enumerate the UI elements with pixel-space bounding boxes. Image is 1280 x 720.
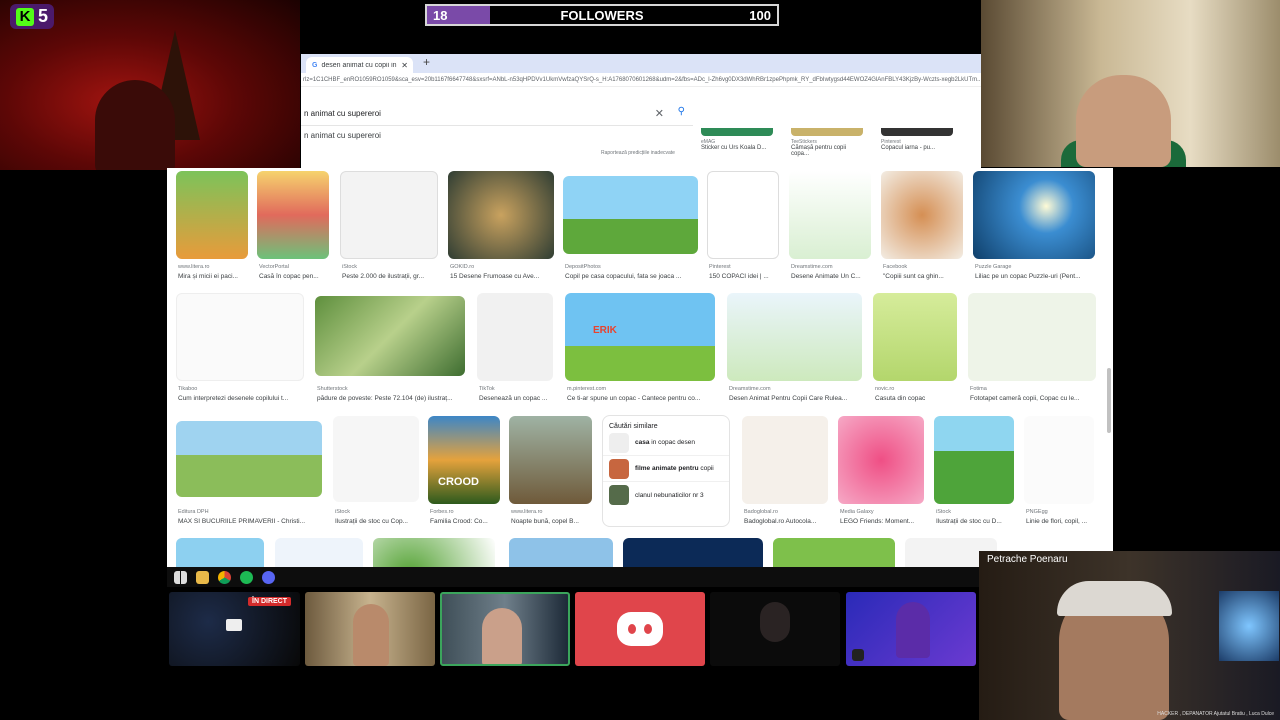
search-icon[interactable]: ⚲ [678, 106, 685, 117]
participant-tile[interactable] [710, 592, 840, 666]
search-text: n animat cu supereroi [304, 109, 381, 118]
image-result[interactable] [176, 293, 304, 381]
file-explorer-icon[interactable] [196, 570, 209, 584]
followers-goal-bar: 18 FOLLOWERS 100 [425, 4, 779, 26]
image-result[interactable] [176, 421, 322, 497]
similar-search-item[interactable]: filme animate pentru copii [603, 456, 729, 482]
image-result[interactable] [176, 171, 248, 259]
image-result[interactable] [176, 538, 264, 568]
image-result[interactable] [477, 293, 553, 381]
kick-logo-icon: K [16, 7, 34, 26]
image-result[interactable] [873, 293, 957, 381]
clear-search-icon[interactable]: ✕ [655, 107, 664, 120]
guest-webcam [981, 0, 1280, 167]
discord-logo-icon [617, 612, 663, 646]
top-result[interactable]: eMAG Sticker cu Urs Koala D... [701, 128, 773, 157]
chrome-icon[interactable] [218, 570, 231, 584]
participant-tile[interactable] [846, 592, 976, 666]
new-tab-button[interactable]: + [423, 55, 430, 69]
speaker-cap [1057, 581, 1172, 616]
similar-searches-title: Căutări similare [609, 423, 658, 430]
live-badge: ÎN DIRECT [248, 597, 291, 606]
participant-tile-active[interactable] [440, 592, 570, 666]
image-result[interactable] [1024, 416, 1094, 504]
speaker-webcam: Petrache Poenaru HACKER , DEPANATOR Ajut… [979, 551, 1280, 720]
participant-tile[interactable]: ÎN DIRECT [169, 592, 300, 666]
image-result[interactable] [373, 538, 495, 568]
monitor-icon [226, 619, 242, 631]
search-suggestion[interactable]: n animat cu supereroi [304, 131, 381, 140]
image-result[interactable] [340, 171, 438, 259]
image-result[interactable] [275, 538, 363, 568]
guest-silhouette [1076, 75, 1171, 167]
image-result[interactable] [448, 171, 554, 259]
image-result[interactable] [315, 296, 465, 376]
top-result[interactable]: Pinterest Copacul iarna - pu... [881, 128, 953, 157]
image-result[interactable] [773, 538, 895, 568]
image-result[interactable] [509, 416, 592, 504]
top-result[interactable]: TeeStickers Cămașă pentru copii copa... [791, 128, 863, 157]
close-tab-icon[interactable]: ✕ [401, 61, 408, 70]
participant-tile[interactable] [305, 592, 435, 666]
image-result[interactable] [973, 171, 1095, 259]
image-result[interactable] [968, 293, 1096, 381]
top-results-row: eMAG Sticker cu Urs Koala D... TeeSticker… [701, 128, 953, 157]
image-results-grid: www.litera.ro Mira și micii ei paci... Ve… [167, 168, 1113, 568]
image-result[interactable]: CROOD [428, 416, 500, 504]
image-result[interactable] [563, 176, 698, 254]
address-bar[interactable]: rlz=1C1CHBF_enRO1059RO1059&sca_esv=20b11… [301, 73, 981, 87]
background-monitor [1219, 591, 1279, 661]
similar-search-item[interactable]: casa in copac desen [603, 430, 729, 456]
tab-title: desen animat cu copii in copac [321, 61, 397, 69]
image-result[interactable] [727, 293, 862, 381]
thumb-logo-text: CROOD [438, 476, 479, 488]
followers-label: FOLLOWERS [560, 7, 644, 23]
participant-tile-discord[interactable] [575, 592, 705, 666]
image-result[interactable] [257, 171, 329, 259]
image-result[interactable] [742, 416, 828, 504]
taskbar [167, 567, 979, 587]
followers-goal: 100 [749, 7, 771, 23]
similar-search-item[interactable]: clanul nebunaticilor nr 3 [603, 482, 729, 508]
image-result[interactable] [881, 171, 963, 259]
image-result[interactable]: ERIK [565, 293, 715, 381]
google-icon: G [312, 61, 318, 69]
discord-taskbar-icon[interactable] [262, 570, 275, 584]
windows-start-icon[interactable] [174, 570, 187, 584]
image-result[interactable] [934, 416, 1014, 504]
thumb-logo-text: ERIK [593, 325, 617, 336]
image-result[interactable] [333, 416, 419, 502]
scrollbar[interactable] [1107, 368, 1111, 433]
kick-badge: K 5 [10, 4, 55, 29]
image-result[interactable] [789, 171, 871, 259]
kick-count: 5 [38, 6, 49, 26]
image-result[interactable] [509, 538, 613, 568]
streamer-silhouette [95, 80, 175, 170]
spotify-icon[interactable] [240, 570, 253, 584]
report-predictions-link[interactable]: Raportează predicțiile inadecvate [601, 150, 675, 156]
image-result[interactable] [623, 538, 763, 568]
similar-searches-card: Căutări similare casa in copac desen fil… [602, 415, 730, 527]
image-result[interactable] [838, 416, 924, 504]
mic-muted-icon [852, 649, 864, 661]
tab-bar: G desen animat cu copii in copac ✕ + [301, 54, 981, 73]
speaker-footer: HACKER , DEPANATOR Ajutatul Bratiu , Luc… [1157, 711, 1274, 717]
speaker-name: Petrache Poenaru [987, 554, 1068, 565]
image-result[interactable] [707, 171, 779, 259]
streamer-webcam: K 5 [0, 0, 300, 170]
browser-tab[interactable]: G desen animat cu copii in copac ✕ [306, 57, 413, 73]
search-input[interactable]: n animat cu supereroi ✕ ⚲ [301, 102, 693, 126]
browser-window: G desen animat cu copii in copac ✕ + rlz… [301, 54, 981, 172]
